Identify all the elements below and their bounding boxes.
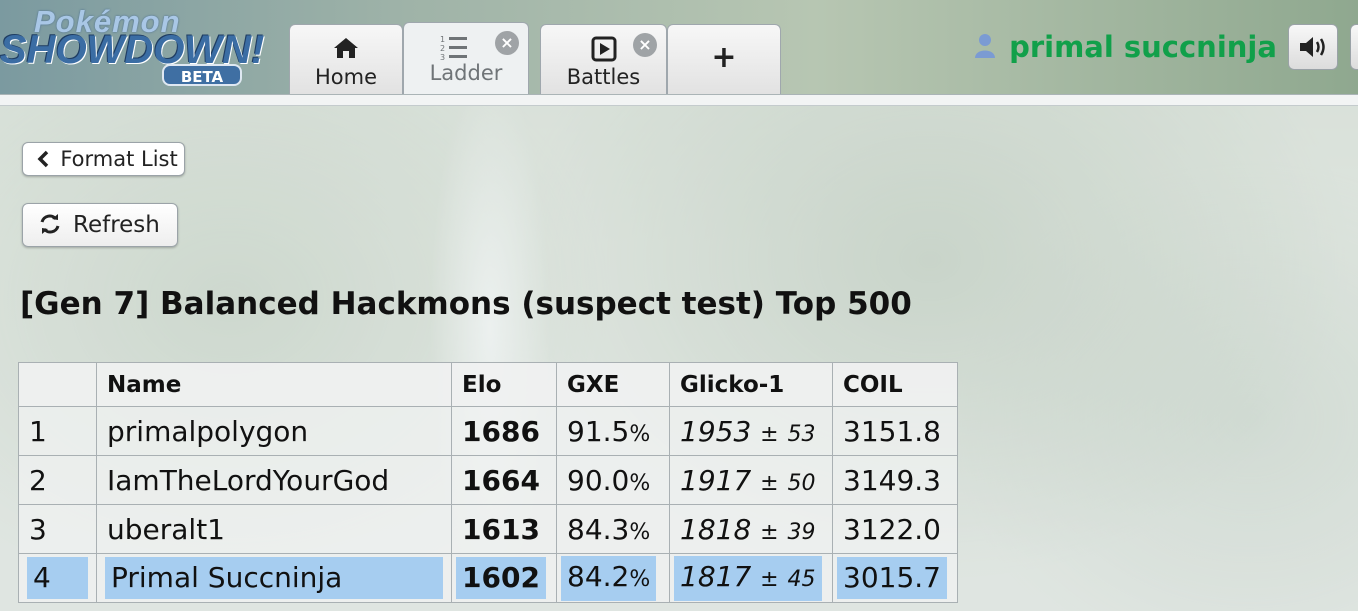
rank-cell: 1	[18, 406, 97, 456]
glicko-cell: 1818 ± 39	[669, 504, 833, 554]
table-row-highlighted: 4 Primal Succninja 1602 84.2% 1817 ± 45 …	[18, 553, 958, 603]
elo-value: 1602	[456, 557, 546, 599]
format-list-label: Format List	[60, 147, 178, 171]
table-row: 2 IamTheLordYourGod 1664 90.0% 1917 ± 50…	[18, 455, 958, 505]
rank-cell: 2	[18, 455, 97, 505]
top-header: Pokémon SHOWDOWN! BETA Home 123 Ladder ×…	[0, 0, 1358, 96]
pm-sign: ±	[760, 566, 779, 592]
elo-cell: 1664	[451, 455, 557, 505]
coil-cell: 3122.0	[832, 504, 958, 554]
glicko-box: 1817 ± 45	[674, 555, 822, 601]
glicko-deviation: 53	[787, 421, 816, 447]
col-gxe: GXE	[556, 362, 670, 407]
glicko-value: 1818	[680, 512, 752, 546]
table-row: 1 primalpolygon 1686 91.5% 1953 ± 53 315…	[18, 406, 958, 456]
close-battles-icon[interactable]: ×	[633, 33, 657, 57]
new-tab-button[interactable]: +	[667, 24, 781, 94]
glicko-deviation: 45	[787, 566, 816, 592]
pm-sign: ±	[760, 470, 779, 496]
elo-cell: 1613	[451, 504, 557, 554]
pct-sign: %	[629, 519, 651, 545]
svg-text:1: 1	[440, 35, 445, 44]
showdown-logo[interactable]: Pokémon SHOWDOWN! BETA	[0, 2, 282, 90]
col-coil: COIL	[832, 362, 958, 407]
pct-sign: %	[629, 566, 651, 592]
plus-icon: +	[711, 40, 737, 75]
header-divider	[0, 94, 1358, 106]
coil-cell: 3015.7	[832, 553, 958, 603]
player-name-link[interactable]: primalpolygon	[96, 406, 452, 456]
glicko-deviation: 39	[787, 519, 816, 545]
coil-cell: 3149.3	[832, 455, 958, 505]
ladder-title: [Gen 7] Balanced Hackmons (suspect test)…	[20, 286, 912, 322]
glicko-cell: 1817 ± 45	[669, 553, 833, 603]
username-text: primal succninja	[1009, 30, 1277, 64]
gxe-cell: 84.3%	[556, 504, 670, 554]
options-button[interactable]	[1350, 24, 1358, 70]
gxe-cell: 90.0%	[556, 455, 670, 505]
close-ladder-icon[interactable]: ×	[495, 31, 519, 55]
pct-sign: %	[629, 470, 651, 496]
gxe-cell: 84.2%	[556, 553, 670, 603]
pm-sign: ±	[760, 421, 779, 447]
elo-cell: 1602	[451, 553, 557, 603]
col-rank	[18, 362, 97, 407]
volume-button[interactable]	[1288, 24, 1338, 70]
tab-ladder-label: Ladder	[429, 61, 503, 85]
rank-value: 4	[27, 557, 88, 599]
gxe-cell: 91.5%	[556, 406, 670, 456]
coil-cell: 3151.8	[832, 406, 958, 456]
username-display[interactable]: primal succninja	[974, 30, 1277, 64]
home-icon	[290, 36, 402, 67]
elo-cell: 1686	[451, 406, 557, 456]
table-row: 3 uberalt1 1613 84.3% 1818 ± 39 3122.0	[18, 504, 958, 554]
coil-value: 3015.7	[837, 557, 947, 599]
glicko-value: 1917	[680, 463, 752, 497]
player-name-cell: Primal Succninja	[96, 553, 452, 603]
col-name: Name	[96, 362, 452, 407]
glicko-cell: 1953 ± 53	[669, 406, 833, 456]
col-glicko: Glicko-1	[669, 362, 833, 407]
refresh-button[interactable]: Refresh	[22, 203, 178, 247]
tab-home-label: Home	[314, 65, 377, 89]
volume-up-icon	[1298, 33, 1328, 61]
gxe-value: 90.0	[567, 463, 630, 497]
tab-ladder[interactable]: 123 Ladder ×	[403, 22, 529, 96]
tab-battles[interactable]: Battles ×	[540, 24, 667, 94]
player-name-link[interactable]: Primal Succninja	[105, 557, 443, 599]
glicko-deviation: 50	[787, 470, 816, 496]
tab-battles-label: Battles	[566, 65, 641, 89]
glicko-value: 1817	[680, 559, 752, 593]
pm-sign: ±	[760, 519, 779, 545]
refresh-label: Refresh	[73, 212, 160, 238]
chevron-left-icon	[37, 147, 56, 171]
gxe-value: 91.5	[567, 414, 630, 448]
glicko-cell: 1917 ± 50	[669, 455, 833, 505]
refresh-icon	[39, 212, 69, 238]
pct-sign: %	[629, 421, 651, 447]
gxe-value: 84.3	[567, 512, 630, 546]
ladder-table: Name Elo GXE Glicko-1 COIL 1 primalpolyg…	[18, 362, 958, 603]
svg-text:2: 2	[440, 44, 445, 53]
tab-home[interactable]: Home	[289, 24, 403, 94]
rank-cell: 3	[18, 504, 97, 554]
rank-cell: 4	[18, 553, 97, 603]
glicko-value: 1953	[680, 414, 752, 448]
player-name-link[interactable]: IamTheLordYourGod	[96, 455, 452, 505]
user-icon	[974, 34, 1005, 64]
gxe-value: 84.2	[567, 559, 630, 593]
col-elo: Elo	[451, 362, 557, 407]
format-list-button[interactable]: Format List	[22, 142, 185, 176]
logo-beta-badge: BETA	[162, 64, 242, 86]
ladder-header-row: Name Elo GXE Glicko-1 COIL	[18, 362, 958, 407]
player-name-link[interactable]: uberalt1	[96, 504, 452, 554]
gxe-box: 84.2%	[561, 555, 657, 601]
